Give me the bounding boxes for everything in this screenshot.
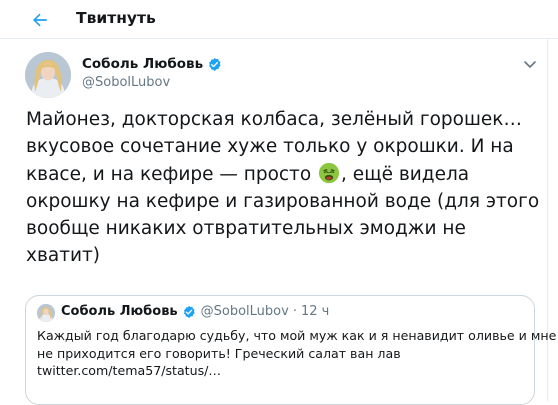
- author-handle[interactable]: @SobolLubov: [82, 75, 170, 90]
- quoted-tweet-header: Соболь Любовь @SobolLubov · 12 ч: [61, 304, 329, 319]
- more-options-button[interactable]: [522, 56, 538, 72]
- verified-badge-icon: [209, 57, 221, 71]
- tweet-text-line: хватит): [26, 245, 100, 267]
- nauseated-face-emoji-icon: [318, 162, 340, 183]
- quoted-author-handle: @SobolLubov: [200, 304, 289, 319]
- quoted-text-line: не приходится его говорить! Греческий са…: [37, 345, 401, 361]
- author-name-text: Соболь Любовь: [82, 56, 204, 72]
- tweet-text: Майонез, докторская колбаса, зелёный гор…: [26, 106, 540, 270]
- tweet-text-segment: квасе, и на кефире — просто: [26, 163, 312, 185]
- quoted-text-line: Каждый год благодарю судьбу, что мой муж…: [37, 328, 557, 343]
- top-bar: Твитнуть: [0, 0, 558, 39]
- quoted-link: twitter.com/tema57/status/…: [37, 363, 221, 379]
- back-button[interactable]: [27, 7, 53, 33]
- avatar[interactable]: [25, 52, 71, 98]
- tweet-text-line: окрошку на кефире и газированной воде (д…: [26, 190, 540, 212]
- tweet-text-segment: , ещё видела: [341, 163, 470, 185]
- verified-badge-icon: [183, 305, 195, 318]
- tweet-text-line: Майонез, докторская колбаса, зелёный гор…: [26, 109, 522, 130]
- arrow-left-icon: [33, 13, 47, 27]
- chevron-down-icon: [524, 61, 536, 68]
- quoted-avatar: [37, 304, 55, 322]
- author-name[interactable]: Соболь Любовь: [82, 56, 222, 72]
- tweet-text-line: вообще никаких отвратительных эмоджи не: [26, 218, 466, 240]
- quoted-tweet-text: Каждый год благодарю судьбу, что мой муж…: [37, 327, 557, 380]
- quoted-tweet-card[interactable]: Соболь Любовь @SobolLubov · 12 ч Каждый …: [25, 295, 557, 405]
- column-divider: [547, 38, 548, 401]
- tweet-text-line: квасе, и на кефире — просто , ещё видела: [26, 161, 531, 188]
- tweet-text-line: вкусовое сочетание хуже только у окрошки…: [26, 136, 514, 158]
- quoted-timestamp: 12 ч: [300, 304, 330, 319]
- quoted-author-name: Соболь Любовь: [61, 304, 178, 319]
- page-title: Твитнуть: [76, 9, 156, 27]
- separator-dot: ·: [292, 304, 297, 319]
